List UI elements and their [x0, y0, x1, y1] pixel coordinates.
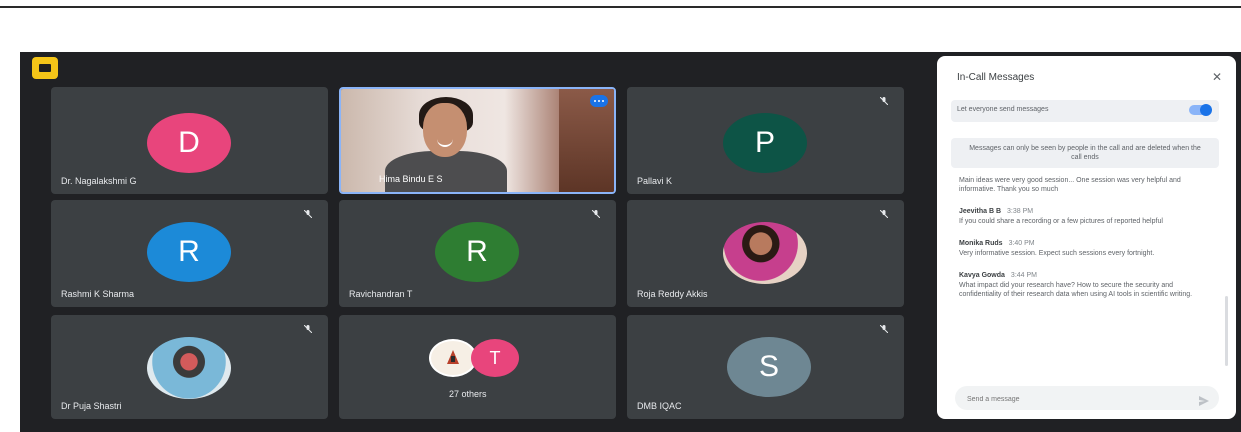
mic-off-icon [304, 325, 312, 333]
message-text: What impact did your research have? How … [959, 282, 1193, 298]
institution-logo [429, 339, 477, 377]
message-text: Very informative session. Expect such se… [959, 250, 1155, 257]
participant-tile[interactable]: R Ravichandran T [339, 200, 616, 307]
message-compose [955, 386, 1219, 410]
avatar: R [147, 222, 231, 282]
participant-tile[interactable]: P Pallavi K [627, 87, 904, 194]
message-list: Main ideas were very good session... One… [959, 174, 1213, 386]
top-divider-line [0, 6, 1241, 8]
list-item: Kavya Gowda 3:44 PM What impact did your … [959, 272, 1213, 299]
avatar: D [147, 113, 231, 173]
participant-tile[interactable]: D Dr. Nagalakshmi G [51, 87, 328, 194]
avatar: P [723, 113, 807, 173]
message-sender: Monika Ruds 3:40 PM [959, 240, 1035, 247]
mic-off-icon [304, 210, 312, 218]
participant-name: Rashmi K Sharma [61, 289, 135, 299]
in-call-messages-panel: In-Call Messages ✕ Let everyone send mes… [937, 56, 1236, 419]
message-input[interactable] [965, 390, 1189, 408]
participant-name: Ravichandran T [349, 289, 413, 299]
participant-tile[interactable]: R Rashmi K Sharma [51, 200, 328, 307]
more-options-button[interactable] [590, 95, 608, 107]
message-time: 3:40 PM [1008, 240, 1035, 247]
participant-tile[interactable]: Dr Puja Shastri [51, 315, 328, 419]
participant-photo [147, 337, 231, 399]
participant-name: Dr. Nagalakshmi G [61, 176, 137, 186]
send-messages-setting: Let everyone send messages [951, 100, 1219, 122]
scrollbar[interactable] [1225, 296, 1228, 366]
meet-app-icon[interactable] [32, 57, 58, 79]
avatar: R [435, 222, 519, 282]
message-time: 3:38 PM [1007, 208, 1034, 215]
participant-name: DMB IQAC [637, 401, 682, 411]
send-icon[interactable] [1199, 393, 1209, 406]
mic-off-icon [880, 97, 888, 105]
participant-name: Hima Bindu E S [379, 174, 443, 184]
avatar: T [471, 339, 519, 377]
message-sender: Jeevitha B B 3:38 PM [959, 208, 1034, 215]
participant-tile[interactable]: S DMB IQAC [627, 315, 904, 419]
list-item: Monika Ruds 3:40 PM Very informative sess… [959, 240, 1213, 258]
close-icon[interactable]: ✕ [1212, 70, 1222, 84]
participant-tile-active-speaker[interactable]: Hima Bindu E S [339, 87, 616, 194]
list-item: Jeevitha B B 3:38 PM If you could share a… [959, 208, 1213, 226]
participant-photo [723, 222, 807, 284]
mic-off-icon [880, 210, 888, 218]
message-text: If you could share a recording or a few … [959, 218, 1163, 225]
message-text: Main ideas were very good session... One… [959, 177, 1181, 193]
panel-title: In-Call Messages [957, 72, 1035, 83]
participant-tile[interactable]: Roja Reddy Akkis [627, 200, 904, 307]
mic-off-icon [592, 210, 600, 218]
message-time: 3:44 PM [1010, 272, 1037, 279]
message-sender: Kavya Gowda 3:44 PM [959, 272, 1037, 279]
participant-name: Roja Reddy Akkis [637, 289, 708, 299]
mic-off-icon [880, 325, 888, 333]
meeting-window: D Dr. Nagalakshmi G Hima Bindu E S P Pal… [20, 52, 1241, 432]
send-messages-toggle[interactable] [1189, 104, 1212, 116]
messages-notice: Messages can only be seen by people in t… [951, 138, 1219, 168]
participant-name: Pallavi K [637, 176, 673, 186]
list-item: Main ideas were very good session... One… [959, 176, 1213, 194]
toggle-label: Let everyone send messages [957, 106, 1049, 113]
participant-tile-group[interactable]: T 27 others [339, 315, 616, 419]
participant-name: Dr Puja Shastri [61, 401, 122, 411]
participant-count: 27 others [449, 389, 487, 399]
avatar: S [727, 337, 811, 397]
